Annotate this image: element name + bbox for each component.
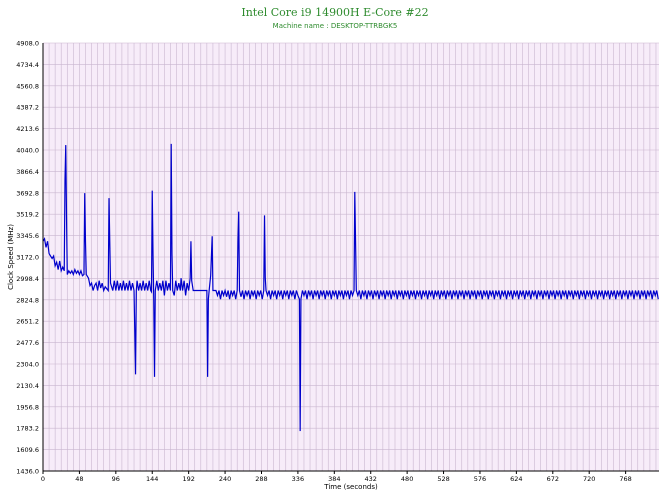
y-tick-label: 2304.0 (16, 361, 39, 369)
y-tick-label: 3519.2 (16, 211, 39, 219)
y-tick-label: 2824.8 (16, 296, 39, 304)
x-tick-label: 288 (255, 475, 267, 483)
x-tick-label: 768 (619, 475, 631, 483)
x-tick-label: 432 (365, 475, 377, 483)
y-tick-label: 4040.0 (16, 147, 39, 155)
y-tick-label: 4734.4 (16, 61, 39, 69)
x-axis-label: Time (seconds) (323, 483, 378, 491)
y-tick-label: 4560.8 (16, 82, 39, 90)
x-tick-label: 240 (219, 475, 231, 483)
y-tick-label: 2998.4 (16, 275, 39, 283)
y-tick-label: 2651.2 (16, 318, 39, 326)
clock-speed-chart: 1436.0 1609.6 1783.2 1956.8 2130.4 2304.0 2477… (7, 40, 659, 491)
x-tick-label: 192 (182, 475, 194, 483)
x-tick-label: 48 (75, 475, 83, 483)
y-tick-label: 1436.0 (16, 468, 39, 476)
y-tick-label: 2477.6 (16, 339, 39, 347)
y-tick-label: 3172.0 (16, 254, 39, 262)
y-tick-label: 1956.8 (16, 403, 39, 411)
y-tick-label: 4908.0 (16, 40, 39, 48)
y-tick-label: 3692.8 (16, 189, 39, 197)
y-tick-label: 3345.6 (16, 232, 39, 240)
y-axis-ticks: 1436.0 1609.6 1783.2 1956.8 2130.4 2304.0 2477… (16, 40, 39, 476)
y-tick-label: 3866.4 (16, 168, 39, 176)
y-tick-label: 1609.6 (16, 446, 39, 454)
x-tick-label: 96 (112, 475, 120, 483)
x-tick-label: 384 (328, 475, 340, 483)
x-tick-label: 672 (547, 475, 559, 483)
x-tick-label: 528 (437, 475, 449, 483)
x-tick-label: 144 (146, 475, 158, 483)
x-tick-label: 576 (474, 475, 486, 483)
y-tick-label: 2130.4 (16, 382, 39, 390)
y-tick-label: 1783.2 (16, 425, 39, 433)
x-tick-label: 336 (292, 475, 304, 483)
x-tick-label: 0 (41, 475, 45, 483)
y-tick-label: 4213.6 (16, 125, 39, 133)
y-tick-label: 4387.2 (16, 104, 39, 112)
x-tick-label: 720 (583, 475, 595, 483)
x-axis-ticks: 0 48 96 144 192 240 288 336 384 432 480 528 576 624 67… (41, 471, 632, 483)
y-axis-label: Clock Speed (MHz) (7, 224, 15, 290)
x-tick-label: 624 (510, 475, 522, 483)
x-tick-label: 480 (401, 475, 413, 483)
